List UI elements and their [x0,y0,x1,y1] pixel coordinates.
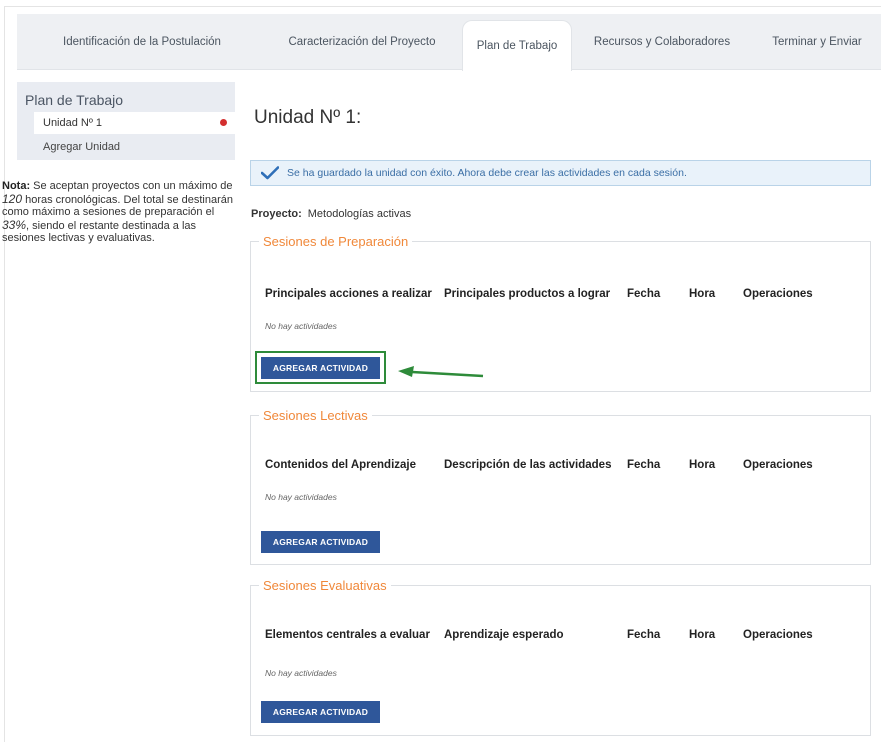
proyecto-line: Proyecto: Metodologías activas [251,208,411,220]
check-icon [261,166,279,180]
section-legend: Sesiones Evaluativas [263,578,387,593]
column-header: Principales acciones a realizar [265,288,432,300]
tab-plan-de-trabajo[interactable]: Plan de Trabajo [462,20,572,71]
column-header: Operaciones [743,288,813,300]
note-percent: 33% [2,217,27,232]
tab-terminar[interactable]: Terminar y Enviar [757,14,877,70]
section-legend: Sesiones de Preparación [263,234,409,249]
column-header: Hora [689,459,716,471]
column-header: Hora [689,629,716,641]
proyecto-label: Proyecto: [251,208,302,220]
sidebar-item-agregar-unidad[interactable]: Agregar Unidad [43,141,120,153]
column-header: Hora [689,288,716,300]
tab-identificacion[interactable]: Identificación de la Postulación [27,14,257,70]
alert-text: Se ha guardado la unidad con éxito. Ahor… [287,167,687,179]
empty-message: No hay actividades [265,492,337,502]
page-title: Unidad Nº 1: [254,107,362,128]
column-header: Descripción de las actividades [444,459,612,471]
note-part-2: horas cronológicas. Del total se destina… [2,193,233,219]
sidebar-item-label: Unidad Nº 1 [43,117,103,129]
column-header: Aprendizaje esperado [444,629,564,641]
sidebar-title: Plan de Trabajo [25,92,124,108]
add-activity-button-preparacion[interactable]: AGREGAR ACTIVIDAD [261,357,380,379]
sidebar-item-unidad-1[interactable]: Unidad Nº 1 [34,112,235,134]
status-dot [220,119,227,126]
column-header: Operaciones [743,629,813,641]
note-part-3: , siendo el restante destinada a las ses… [2,219,197,245]
tab-recursos[interactable]: Recursos y Colaboradores [587,14,737,70]
column-header: Fecha [627,288,661,300]
empty-message: No hay actividades [265,668,337,678]
note-label: Nota: [2,180,31,192]
column-header: Elementos centrales a evaluar [265,629,430,641]
success-alert: Se ha guardado la unidad con éxito. Ahor… [250,160,871,186]
tab-caracterizacion[interactable]: Caracterización del Proyecto [267,14,457,70]
section-legend: Sesiones Lectivas [263,408,368,423]
empty-message: No hay actividades [265,321,337,331]
proyecto-value: Metodologías activas [307,208,412,220]
note-text: Nota: Se aceptan proyectos con un máximo… [2,180,234,245]
tab-bar: Identificación de la Postulación Caracte… [17,14,881,71]
column-header: Operaciones [743,459,813,471]
column-header: Fecha [627,629,661,641]
note-hours: 120 [2,191,23,206]
add-activity-button-lectivas[interactable]: AGREGAR ACTIVIDAD [261,531,380,553]
add-activity-button-evaluativas[interactable]: AGREGAR ACTIVIDAD [261,701,380,723]
column-header: Fecha [627,459,661,471]
note-part-1: Se aceptan proyectos con un máximo de [30,180,233,192]
arrow-left-icon [398,366,484,378]
column-header: Contenidos del Aprendizaje [265,459,417,471]
column-header: Principales productos a lograr [444,288,611,300]
